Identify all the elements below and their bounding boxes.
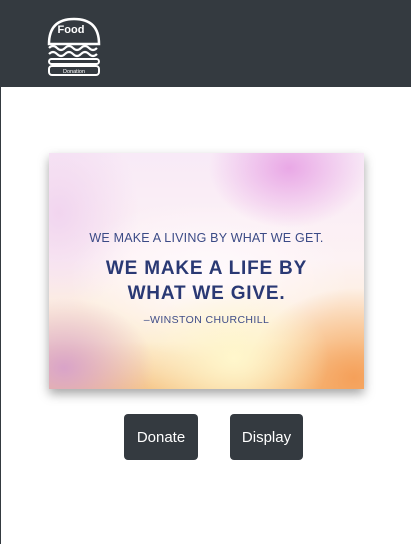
donate-button[interactable]: Donate (124, 414, 198, 460)
brand-logo[interactable]: Food Donation (45, 14, 103, 76)
navbar: Food Donation (1, 0, 411, 87)
quote-line-3: WHAT WE GIVE. (127, 283, 286, 304)
quote-author: –WINSTON CHURCHILL (143, 314, 270, 326)
quote-line-1: WE MAKE A LIVING BY WHAT WE GET. (89, 231, 324, 245)
svg-text:Food: Food (58, 24, 85, 36)
display-button[interactable]: Display (230, 414, 303, 460)
svg-text:Donation: Donation (63, 69, 85, 75)
quote-line-2: WE MAKE A LIFE BY (105, 258, 308, 279)
quote-image: WE MAKE A LIVING BY WHAT WE GET. WE MAKE… (49, 153, 364, 389)
burger-logo-icon: Food Donation (47, 17, 101, 76)
